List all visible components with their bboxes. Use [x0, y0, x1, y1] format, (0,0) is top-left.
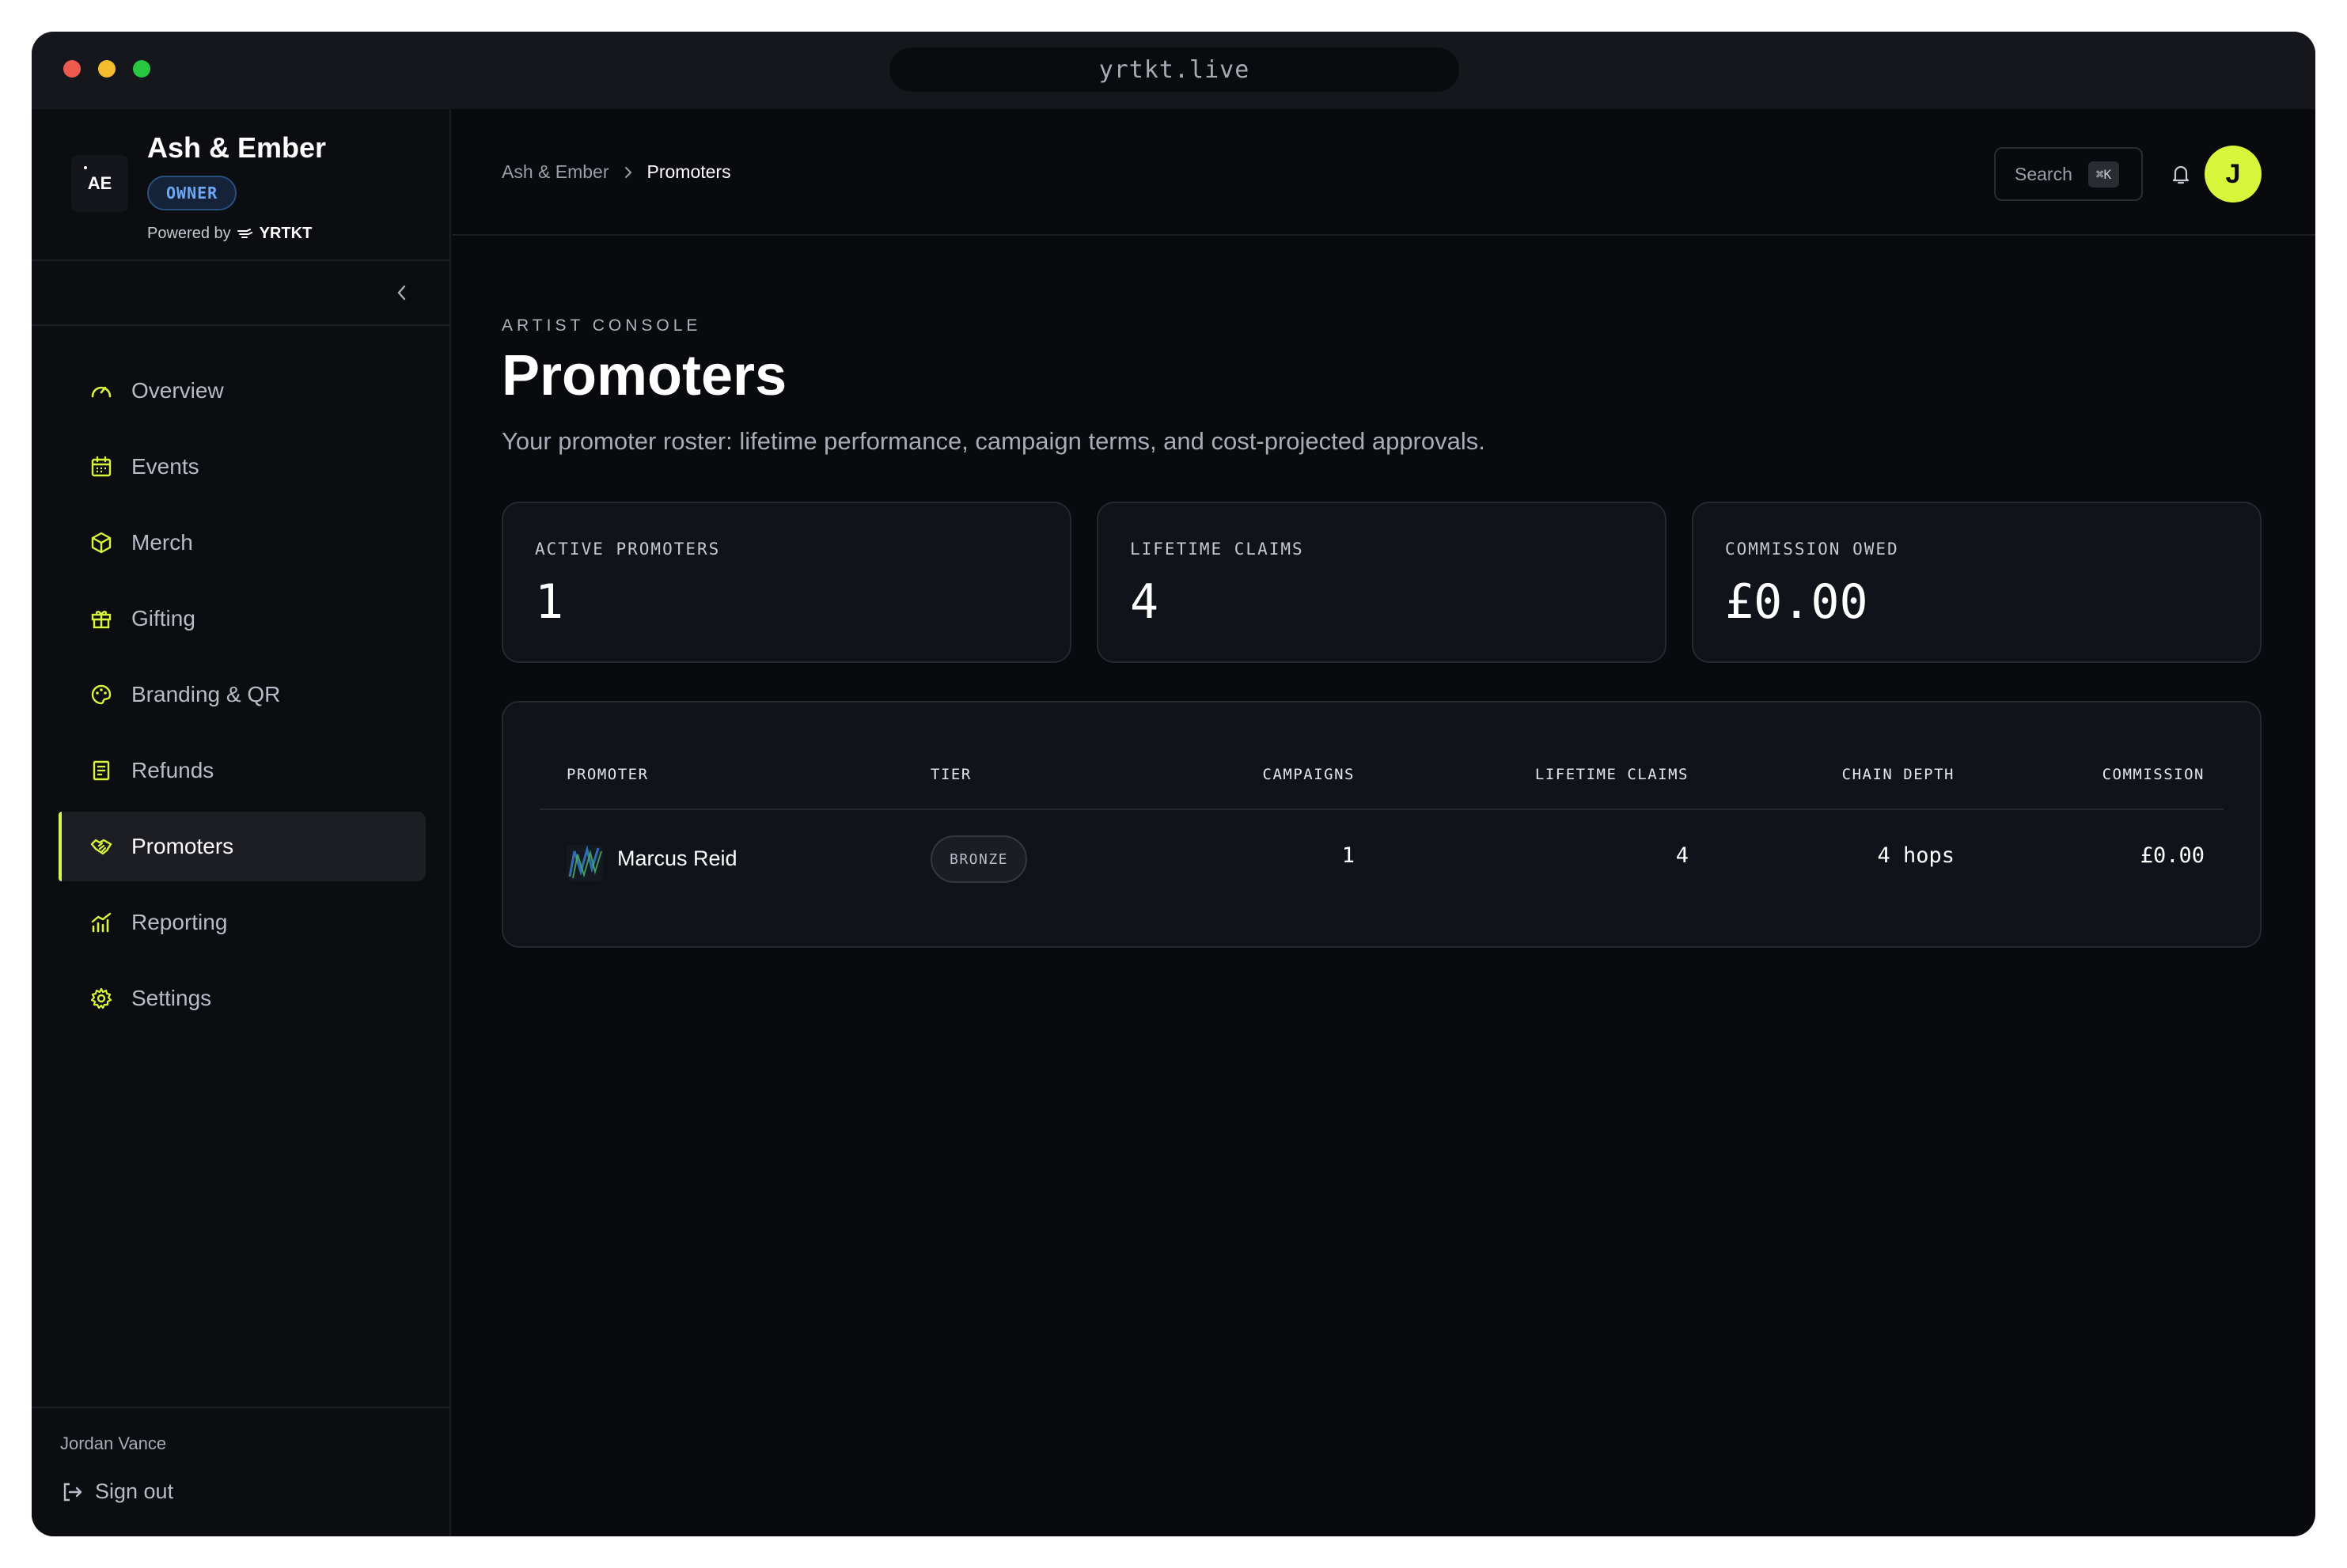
- commission-cell: £0.00: [2140, 843, 2205, 868]
- main-content: Ash & Ember Promoters Search ⌘K J ARTIST…: [453, 109, 2315, 1536]
- close-window-button[interactable]: [63, 60, 81, 78]
- column-header-chain-depth[interactable]: CHAIN DEPTH: [1842, 766, 1955, 783]
- sign-out-icon: [63, 1483, 82, 1501]
- brand-header: AE Ash & Ember OWNER Powered by YRTKT: [32, 109, 449, 261]
- calendar-icon: [89, 454, 114, 479]
- stat-value: 1: [535, 574, 564, 630]
- powered-by: Powered by YRTKT: [147, 225, 312, 243]
- column-header-tier[interactable]: TIER: [931, 766, 972, 783]
- gear-icon: [89, 986, 114, 1011]
- sidebar-item-label: Events: [131, 454, 199, 479]
- stat-card-active-promoters: ACTIVE PROMOTERS 1: [502, 502, 1071, 663]
- sidebar-item-label: Settings: [131, 986, 212, 1010]
- gift-icon: [89, 606, 114, 631]
- stat-label: ACTIVE PROMOTERS: [535, 540, 721, 559]
- column-header-lifetime-claims[interactable]: LIFETIME CLAIMS: [1535, 766, 1689, 783]
- chevron-right-icon: [624, 166, 631, 178]
- url-bar[interactable]: yrtkt.live: [889, 47, 1459, 92]
- sidebar-item-label: Branding & QR: [131, 682, 281, 706]
- breadcrumb: Ash & Ember Promoters: [502, 161, 731, 183]
- sidebar-item-reporting[interactable]: Reporting: [59, 888, 426, 957]
- stat-value: 4: [1130, 574, 1159, 630]
- collapse-bar: [32, 261, 449, 326]
- notifications-button[interactable]: [2168, 161, 2193, 187]
- sidebar: AE Ash & Ember OWNER Powered by YRTKT Ov…: [32, 109, 451, 1536]
- table-row[interactable]: Marcus Reid BRONZE 1 4 4 hops £0.00: [503, 810, 2260, 910]
- role-badge: OWNER: [147, 176, 237, 210]
- search-shortcut: ⌘K: [2087, 161, 2120, 187]
- palette-icon: [89, 682, 114, 707]
- promoter-avatar: [567, 845, 603, 881]
- yrtkt-logo-icon: [237, 228, 252, 238]
- sidebar-item-events[interactable]: Events: [59, 432, 426, 502]
- powered-by-brand: YRTKT: [259, 225, 313, 242]
- promoter-name[interactable]: Marcus Reid: [617, 846, 737, 871]
- sign-out-label: Sign out: [95, 1479, 174, 1503]
- minimize-window-button[interactable]: [98, 60, 116, 78]
- stat-label: COMMISSION OWED: [1725, 540, 1899, 559]
- breadcrumb-current: Promoters: [646, 161, 731, 182]
- brand-name: Ash & Ember: [147, 131, 327, 164]
- browser-titlebar: yrtkt.live: [32, 32, 2315, 109]
- sign-out-button[interactable]: Sign out: [60, 1479, 173, 1504]
- search-label: Search: [2015, 163, 2072, 184]
- user-avatar[interactable]: J: [2205, 146, 2262, 203]
- sidebar-item-settings[interactable]: Settings: [59, 964, 426, 1033]
- sidebar-item-label: Gifting: [131, 606, 195, 631]
- top-bar: Ash & Ember Promoters Search ⌘K J: [453, 109, 2315, 236]
- current-user-name: Jordan Vance: [60, 1434, 167, 1453]
- stat-card-commission-owed: COMMISSION OWED £0.00: [1692, 502, 2262, 663]
- tier-badge: BRONZE: [931, 835, 1027, 883]
- stat-value: £0.00: [1725, 574, 1868, 630]
- chart-icon: [89, 910, 114, 935]
- sidebar-item-label: Promoters: [131, 834, 234, 858]
- sidebar-item-refunds[interactable]: Refunds: [59, 736, 426, 805]
- app-window: yrtkt.live AE Ash & Ember OWNER Powered …: [32, 32, 2315, 1536]
- gauge-icon: [89, 378, 114, 403]
- sidebar-item-overview[interactable]: Overview: [59, 356, 426, 426]
- page-subtitle: Your promoter roster: lifetime performan…: [502, 427, 1485, 455]
- bell-icon: [2172, 165, 2190, 184]
- sidebar-nav: Overview Events Merch Gifting Branding &…: [59, 356, 426, 1040]
- breadcrumb-item[interactable]: Ash & Ember: [502, 161, 609, 183]
- chevron-left-icon: [397, 285, 406, 301]
- page-title: Promoters: [502, 344, 787, 407]
- campaigns-cell: 1: [1341, 843, 1355, 868]
- box-icon: [89, 530, 114, 555]
- collapse-sidebar-button[interactable]: [388, 278, 416, 307]
- promoters-table: PROMOTER TIER CAMPAIGNS LIFETIME CLAIMS …: [502, 701, 2262, 948]
- lifetime-claims-cell: 4: [1675, 843, 1689, 868]
- receipt-icon: [89, 758, 114, 783]
- search-button[interactable]: Search ⌘K: [1994, 147, 2143, 201]
- stat-label: LIFETIME CLAIMS: [1130, 540, 1304, 559]
- sidebar-footer: Jordan Vance Sign out: [32, 1407, 449, 1536]
- sidebar-item-branding[interactable]: Branding & QR: [59, 660, 426, 729]
- column-header-commission[interactable]: COMMISSION: [2102, 766, 2205, 783]
- powered-by-label: Powered by: [147, 225, 231, 242]
- brand-logo: AE: [71, 155, 128, 212]
- maximize-window-button[interactable]: [133, 60, 150, 78]
- sidebar-item-label: Refunds: [131, 758, 214, 782]
- page-eyebrow: ARTIST CONSOLE: [502, 316, 702, 335]
- column-header-promoter[interactable]: PROMOTER: [567, 766, 649, 783]
- sidebar-item-promoters[interactable]: Promoters: [59, 812, 426, 881]
- sidebar-item-label: Overview: [131, 378, 224, 403]
- sidebar-item-gifting[interactable]: Gifting: [59, 584, 426, 653]
- sidebar-item-label: Reporting: [131, 910, 228, 934]
- handshake-icon: [89, 834, 114, 859]
- stat-card-lifetime-claims: LIFETIME CLAIMS 4: [1097, 502, 1666, 663]
- sidebar-item-merch[interactable]: Merch: [59, 508, 426, 578]
- column-header-campaigns[interactable]: CAMPAIGNS: [1263, 766, 1355, 783]
- chain-depth-cell: 4 hops: [1877, 843, 1955, 868]
- sidebar-item-label: Merch: [131, 530, 193, 555]
